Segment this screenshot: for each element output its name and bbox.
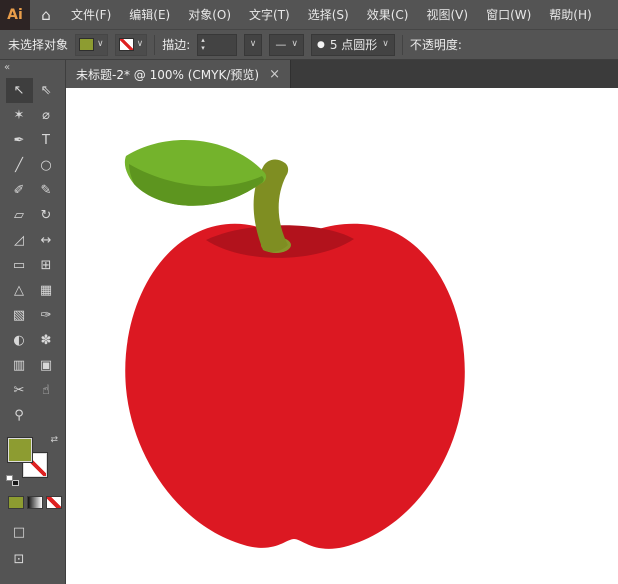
color-fill-button[interactable]: [8, 496, 24, 509]
workspace: « ↖⇖✶⌀✒T╱○✐✎▱↻◿↔▭⊞△▦▧✑◐✽▥▣✂☝⚲ ⇄ □ ⊡: [0, 60, 618, 584]
draw-mode-icon[interactable]: □: [10, 525, 28, 540]
magic-wand-tool[interactable]: ✶: [6, 103, 33, 128]
none-fill-button[interactable]: [46, 496, 62, 509]
menu-help[interactable]: 帮助(H): [540, 0, 600, 30]
canvas[interactable]: [66, 88, 618, 584]
document-tab[interactable]: 未标题-2* @ 100% (CMYK/预览) ×: [66, 60, 291, 88]
eraser-tool[interactable]: ▱: [6, 203, 33, 228]
menu-file[interactable]: 文件(F): [62, 0, 120, 30]
chevron-down-icon: ∨: [250, 40, 257, 49]
fill-color-swatch: [79, 38, 94, 51]
menu-effect[interactable]: 效果(C): [358, 0, 418, 30]
artboard-tool[interactable]: ▣: [33, 353, 60, 378]
app-logo[interactable]: Ai: [0, 0, 30, 30]
default-fill-chip: [6, 475, 13, 481]
stroke-weight-dropdown[interactable]: ∨: [244, 34, 263, 56]
control-bar: 未选择对象 ∨ ∨ 描边: ▴ ▾ ∨ — ∨ ● 5 点圆形: [0, 30, 618, 60]
type-tool[interactable]: T: [33, 128, 60, 153]
stroke-none-swatch: [119, 38, 134, 51]
blend-tool[interactable]: ◐: [6, 328, 33, 353]
tab-bar: 未标题-2* @ 100% (CMYK/预览) ×: [66, 60, 618, 88]
brush-preview-dot: ●: [317, 40, 325, 50]
apple-body[interactable]: [125, 224, 465, 549]
chevron-down-icon: ∨: [291, 40, 298, 49]
menubar-items: 文件(F)编辑(E)对象(O)文字(T)选择(S)效果(C)视图(V)窗口(W)…: [62, 0, 601, 30]
tools-panel: « ↖⇖✶⌀✒T╱○✐✎▱↻◿↔▭⊞△▦▧✑◐✽▥▣✂☝⚲ ⇄ □ ⊡: [0, 60, 66, 584]
mesh-tool[interactable]: ▦: [33, 278, 60, 303]
menubar: Ai ⌂ 文件(F)编辑(E)对象(O)文字(T)选择(S)效果(C)视图(V)…: [0, 0, 618, 30]
stepper-arrows-icon[interactable]: ▴ ▾: [198, 37, 208, 52]
separator: [154, 35, 155, 55]
line-segment-tool[interactable]: ╱: [6, 153, 33, 178]
menu-object[interactable]: 对象(O): [179, 0, 240, 30]
menu-window[interactable]: 窗口(W): [477, 0, 540, 30]
pencil-tool[interactable]: ✎: [33, 178, 60, 203]
separator: [402, 35, 403, 55]
chevron-down-icon: ∨: [382, 40, 389, 49]
menu-select[interactable]: 选择(S): [299, 0, 358, 30]
illustrator-window: Ai ⌂ 文件(F)编辑(E)对象(O)文字(T)选择(S)效果(C)视图(V)…: [0, 0, 618, 584]
opacity-label: 不透明度:: [410, 36, 462, 53]
mode-icons: □ ⊡: [10, 525, 65, 567]
perspective-grid-tool[interactable]: △: [6, 278, 33, 303]
menu-view[interactable]: 视图(V): [417, 0, 477, 30]
width-tool[interactable]: ↔: [33, 228, 60, 253]
chevron-down-icon: ∨: [137, 40, 144, 49]
brush-definition-dropdown[interactable]: ● 5 点圆形 ∨: [311, 34, 395, 56]
stepper-down-icon[interactable]: ▾: [201, 45, 205, 53]
home-icon[interactable]: ⌂: [30, 6, 62, 24]
fill-color-dropdown[interactable]: ∨: [75, 34, 108, 56]
selection-tool[interactable]: ↖: [6, 78, 33, 103]
selection-status: 未选择对象: [8, 36, 68, 53]
gradient-fill-button[interactable]: [27, 496, 43, 509]
width-profile-dropdown[interactable]: — ∨: [269, 34, 304, 56]
default-fill-stroke-icon[interactable]: [6, 475, 19, 486]
tool-grid: ↖⇖✶⌀✒T╱○✐✎▱↻◿↔▭⊞△▦▧✑◐✽▥▣✂☝⚲: [0, 78, 65, 428]
screen-mode-icon[interactable]: ⊡: [10, 552, 28, 567]
zoom-tool[interactable]: ⚲: [6, 403, 33, 428]
apple-artwork: [66, 88, 618, 584]
brush-label: 5 点圆形: [330, 36, 377, 53]
shape-builder-tool[interactable]: ⊞: [33, 253, 60, 278]
tab-close-icon[interactable]: ×: [269, 67, 280, 82]
default-stroke-chip: [12, 480, 19, 486]
chevron-down-icon: ∨: [97, 40, 104, 49]
menu-type[interactable]: 文字(T): [240, 0, 299, 30]
symbol-sprayer-tool[interactable]: ✽: [33, 328, 60, 353]
menu-edit[interactable]: 编辑(E): [120, 0, 179, 30]
document-tab-title: 未标题-2* @ 100% (CMYK/预览): [76, 66, 259, 83]
pen-tool[interactable]: ✒: [6, 128, 33, 153]
stroke-weight-stepper[interactable]: ▴ ▾: [197, 34, 237, 56]
fill-stroke-indicator: ⇄: [8, 438, 54, 482]
gradient-tool[interactable]: ▧: [6, 303, 33, 328]
swap-fill-stroke-icon[interactable]: ⇄: [50, 435, 58, 445]
stroke-weight-label: 描边:: [162, 36, 190, 53]
direct-selection-tool[interactable]: ⇖: [33, 78, 60, 103]
stroke-weight-value[interactable]: [208, 35, 236, 55]
lasso-tool[interactable]: ⌀: [33, 103, 60, 128]
paintbrush-tool[interactable]: ✐: [6, 178, 33, 203]
free-transform-tool[interactable]: ▭: [6, 253, 33, 278]
scale-tool[interactable]: ◿: [6, 228, 33, 253]
fill-swatch[interactable]: [8, 438, 32, 462]
rotate-tool[interactable]: ↻: [33, 203, 60, 228]
slice-tool[interactable]: ✂: [6, 378, 33, 403]
hand-tool[interactable]: ☝: [33, 378, 60, 403]
eyedropper-tool[interactable]: ✑: [33, 303, 60, 328]
stroke-color-dropdown[interactable]: ∨: [115, 34, 148, 56]
ellipse-tool[interactable]: ○: [33, 153, 60, 178]
column-graph-tool[interactable]: ▥: [6, 353, 33, 378]
document-area: 未标题-2* @ 100% (CMYK/预览) ×: [66, 60, 618, 584]
fill-type-buttons: [8, 496, 65, 509]
width-profile-preview: —: [275, 38, 286, 51]
collapse-panel-button[interactable]: «: [0, 60, 65, 76]
